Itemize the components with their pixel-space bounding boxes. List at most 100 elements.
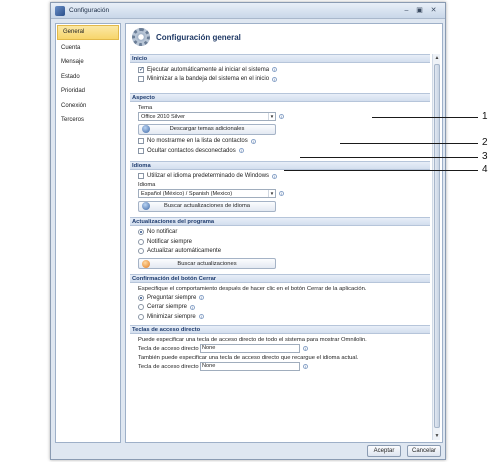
sidebar-item-prioridad[interactable]: Prioridad	[56, 84, 120, 99]
close-icon[interactable]: ✕	[428, 6, 439, 16]
button-label: Buscar actualizaciones	[177, 260, 237, 267]
chevron-down-icon[interactable]: ▼	[268, 190, 275, 198]
settings-window: Configuración – ▣ ✕ General Cuenta Mensa…	[50, 2, 446, 460]
info-icon[interactable]: i	[250, 138, 256, 144]
scroll-down-icon[interactable]: ▼	[433, 432, 441, 440]
close-always-radio[interactable]	[138, 304, 144, 311]
maximize-icon[interactable]: ▣	[414, 6, 425, 16]
option-label: No notificar	[147, 229, 178, 236]
minimize-always-radio[interactable]	[138, 313, 144, 320]
window-title: Configuración	[69, 7, 110, 14]
option-no-notify[interactable]: No notificar	[138, 228, 430, 238]
auto-update-radio[interactable]	[138, 248, 144, 255]
sidebar-item-terceros[interactable]: Terceros	[56, 113, 120, 128]
globe-icon	[142, 125, 150, 133]
info-icon[interactable]: i	[303, 364, 308, 369]
hotkey-input-reload[interactable]: None	[200, 362, 300, 371]
page-title: Configuración general	[156, 33, 241, 42]
language-updates-button[interactable]: Buscar actualizaciones de idioma	[138, 200, 276, 212]
info-icon[interactable]: i	[303, 346, 308, 351]
option-label: Minimizar a la bandeja del sistema en el…	[147, 76, 270, 83]
language-value: Español (México) / Spanish (Mexico)	[141, 190, 233, 197]
option-auto-update[interactable]: Actualizar automáticamente	[138, 247, 430, 257]
callout-line-2	[340, 143, 478, 144]
option-label: Minimizar siempre	[147, 313, 196, 320]
option-hide-offline[interactable]: Ocultar contactos desconectados i	[138, 146, 430, 156]
section-header-teclas: Teclas de acceso directo	[130, 324, 430, 334]
callout-line-1	[372, 117, 478, 118]
settings-sidebar: General Cuenta Mensaje Estado Prioridad …	[55, 23, 121, 443]
language-select[interactable]: Español (México) / Spanish (Mexico) ▼	[138, 189, 276, 199]
option-hide-self[interactable]: No mostrarme en la lista de contactos i	[138, 137, 430, 147]
default-language-checkbox[interactable]	[138, 173, 144, 180]
section-header-aspecto: Aspecto	[130, 93, 430, 102]
option-ask-always[interactable]: Preguntar siempre i	[138, 293, 430, 303]
option-label: Notificar siempre	[147, 238, 193, 245]
vertical-scrollbar[interactable]: ▲ ▼	[432, 54, 440, 440]
info-icon[interactable]: i	[238, 148, 244, 154]
option-minimize-always[interactable]: Minimizar siempre i	[138, 312, 430, 322]
callout-number-3: 3	[482, 151, 488, 162]
option-label: Utilizar el idioma predeterminado de Win…	[147, 173, 270, 180]
theme-label: Tema	[138, 105, 153, 111]
info-icon[interactable]: i	[272, 173, 278, 179]
hotkey-description-1: Puede especificar una tecla de acceso di…	[138, 336, 367, 343]
theme-select[interactable]: Office 2010 Silver ▼	[138, 112, 276, 122]
info-icon[interactable]: i	[272, 76, 278, 82]
callout-line-3	[300, 157, 478, 158]
sidebar-item-label: Terceros	[61, 117, 85, 123]
ask-always-radio[interactable]	[138, 294, 144, 301]
option-autostart[interactable]: ✓ Ejecutar automáticamente al iniciar el…	[138, 65, 430, 75]
info-icon[interactable]: i	[198, 314, 204, 320]
download-themes-button[interactable]: Descargar temas adicionales	[138, 123, 276, 135]
option-close-always[interactable]: Cerrar siempre i	[138, 303, 430, 313]
hotkey-input-show[interactable]: None	[200, 344, 300, 353]
option-label: No mostrarme en la lista de contactos	[147, 138, 248, 145]
section-header-actualizaciones: Actualizaciones del programa	[130, 216, 430, 226]
minimize-icon[interactable]: –	[401, 6, 412, 16]
hotkey-description-2: También puede especificar una tecla de a…	[138, 354, 359, 361]
notify-always-radio[interactable]	[138, 238, 144, 245]
sidebar-item-conexion[interactable]: Conexión	[56, 99, 120, 114]
sidebar-item-label: Conexión	[61, 102, 87, 109]
sidebar-item-mensaje[interactable]: Mensaje	[56, 55, 120, 70]
autostart-checkbox[interactable]: ✓	[138, 66, 144, 73]
update-icon	[142, 259, 150, 268]
callout-line-4	[284, 170, 478, 171]
option-label: Ejecutar automáticamente al iniciar el s…	[147, 66, 270, 73]
info-icon[interactable]: i	[190, 304, 196, 310]
check-updates-button[interactable]: Buscar actualizaciones	[138, 258, 276, 269]
sidebar-item-label: Prioridad	[61, 88, 86, 94]
app-icon	[55, 6, 65, 16]
sidebar-item-cuenta[interactable]: Cuenta	[56, 41, 120, 56]
accept-button[interactable]: Aceptar	[367, 445, 401, 457]
info-icon[interactable]: i	[279, 114, 284, 120]
option-notify-always[interactable]: Notificar siempre	[138, 237, 430, 247]
callout-number-1: 1	[482, 111, 488, 122]
sidebar-item-label: General	[63, 29, 85, 35]
scroll-thumb[interactable]	[434, 64, 440, 428]
hide-offline-checkbox[interactable]	[138, 147, 144, 154]
sidebar-item-label: Estado	[61, 73, 80, 80]
hide-self-checkbox[interactable]	[138, 138, 144, 145]
scroll-up-icon[interactable]: ▲	[433, 54, 441, 62]
chevron-down-icon[interactable]: ▼	[268, 113, 275, 121]
option-default-language[interactable]: Utilizar el idioma predeterminado de Win…	[138, 172, 430, 182]
gear-icon	[132, 28, 150, 46]
button-label: Descargar temas adicionales	[169, 126, 245, 132]
cancel-button[interactable]: Cancelar	[407, 445, 441, 457]
panel-header: Configuración general	[126, 24, 442, 54]
theme-value: Office 2010 Silver	[141, 113, 186, 120]
callout-number-2: 2	[482, 137, 488, 148]
close-description: Especifique el comportamiento después de…	[138, 286, 367, 292]
info-icon[interactable]: i	[199, 295, 205, 301]
sidebar-item-estado[interactable]: Estado	[56, 70, 120, 85]
sidebar-item-general[interactable]: General	[57, 25, 119, 40]
sidebar-item-label: Mensaje	[61, 59, 84, 65]
minimize-tray-checkbox[interactable]	[138, 76, 144, 83]
settings-content: Inicio ✓ Ejecutar automáticamente al ini…	[130, 54, 430, 375]
no-notify-radio[interactable]	[138, 229, 144, 236]
info-icon[interactable]: i	[279, 191, 284, 197]
info-icon[interactable]: i	[272, 67, 278, 73]
option-minimize-tray[interactable]: Minimizar a la bandeja del sistema en el…	[138, 75, 430, 85]
